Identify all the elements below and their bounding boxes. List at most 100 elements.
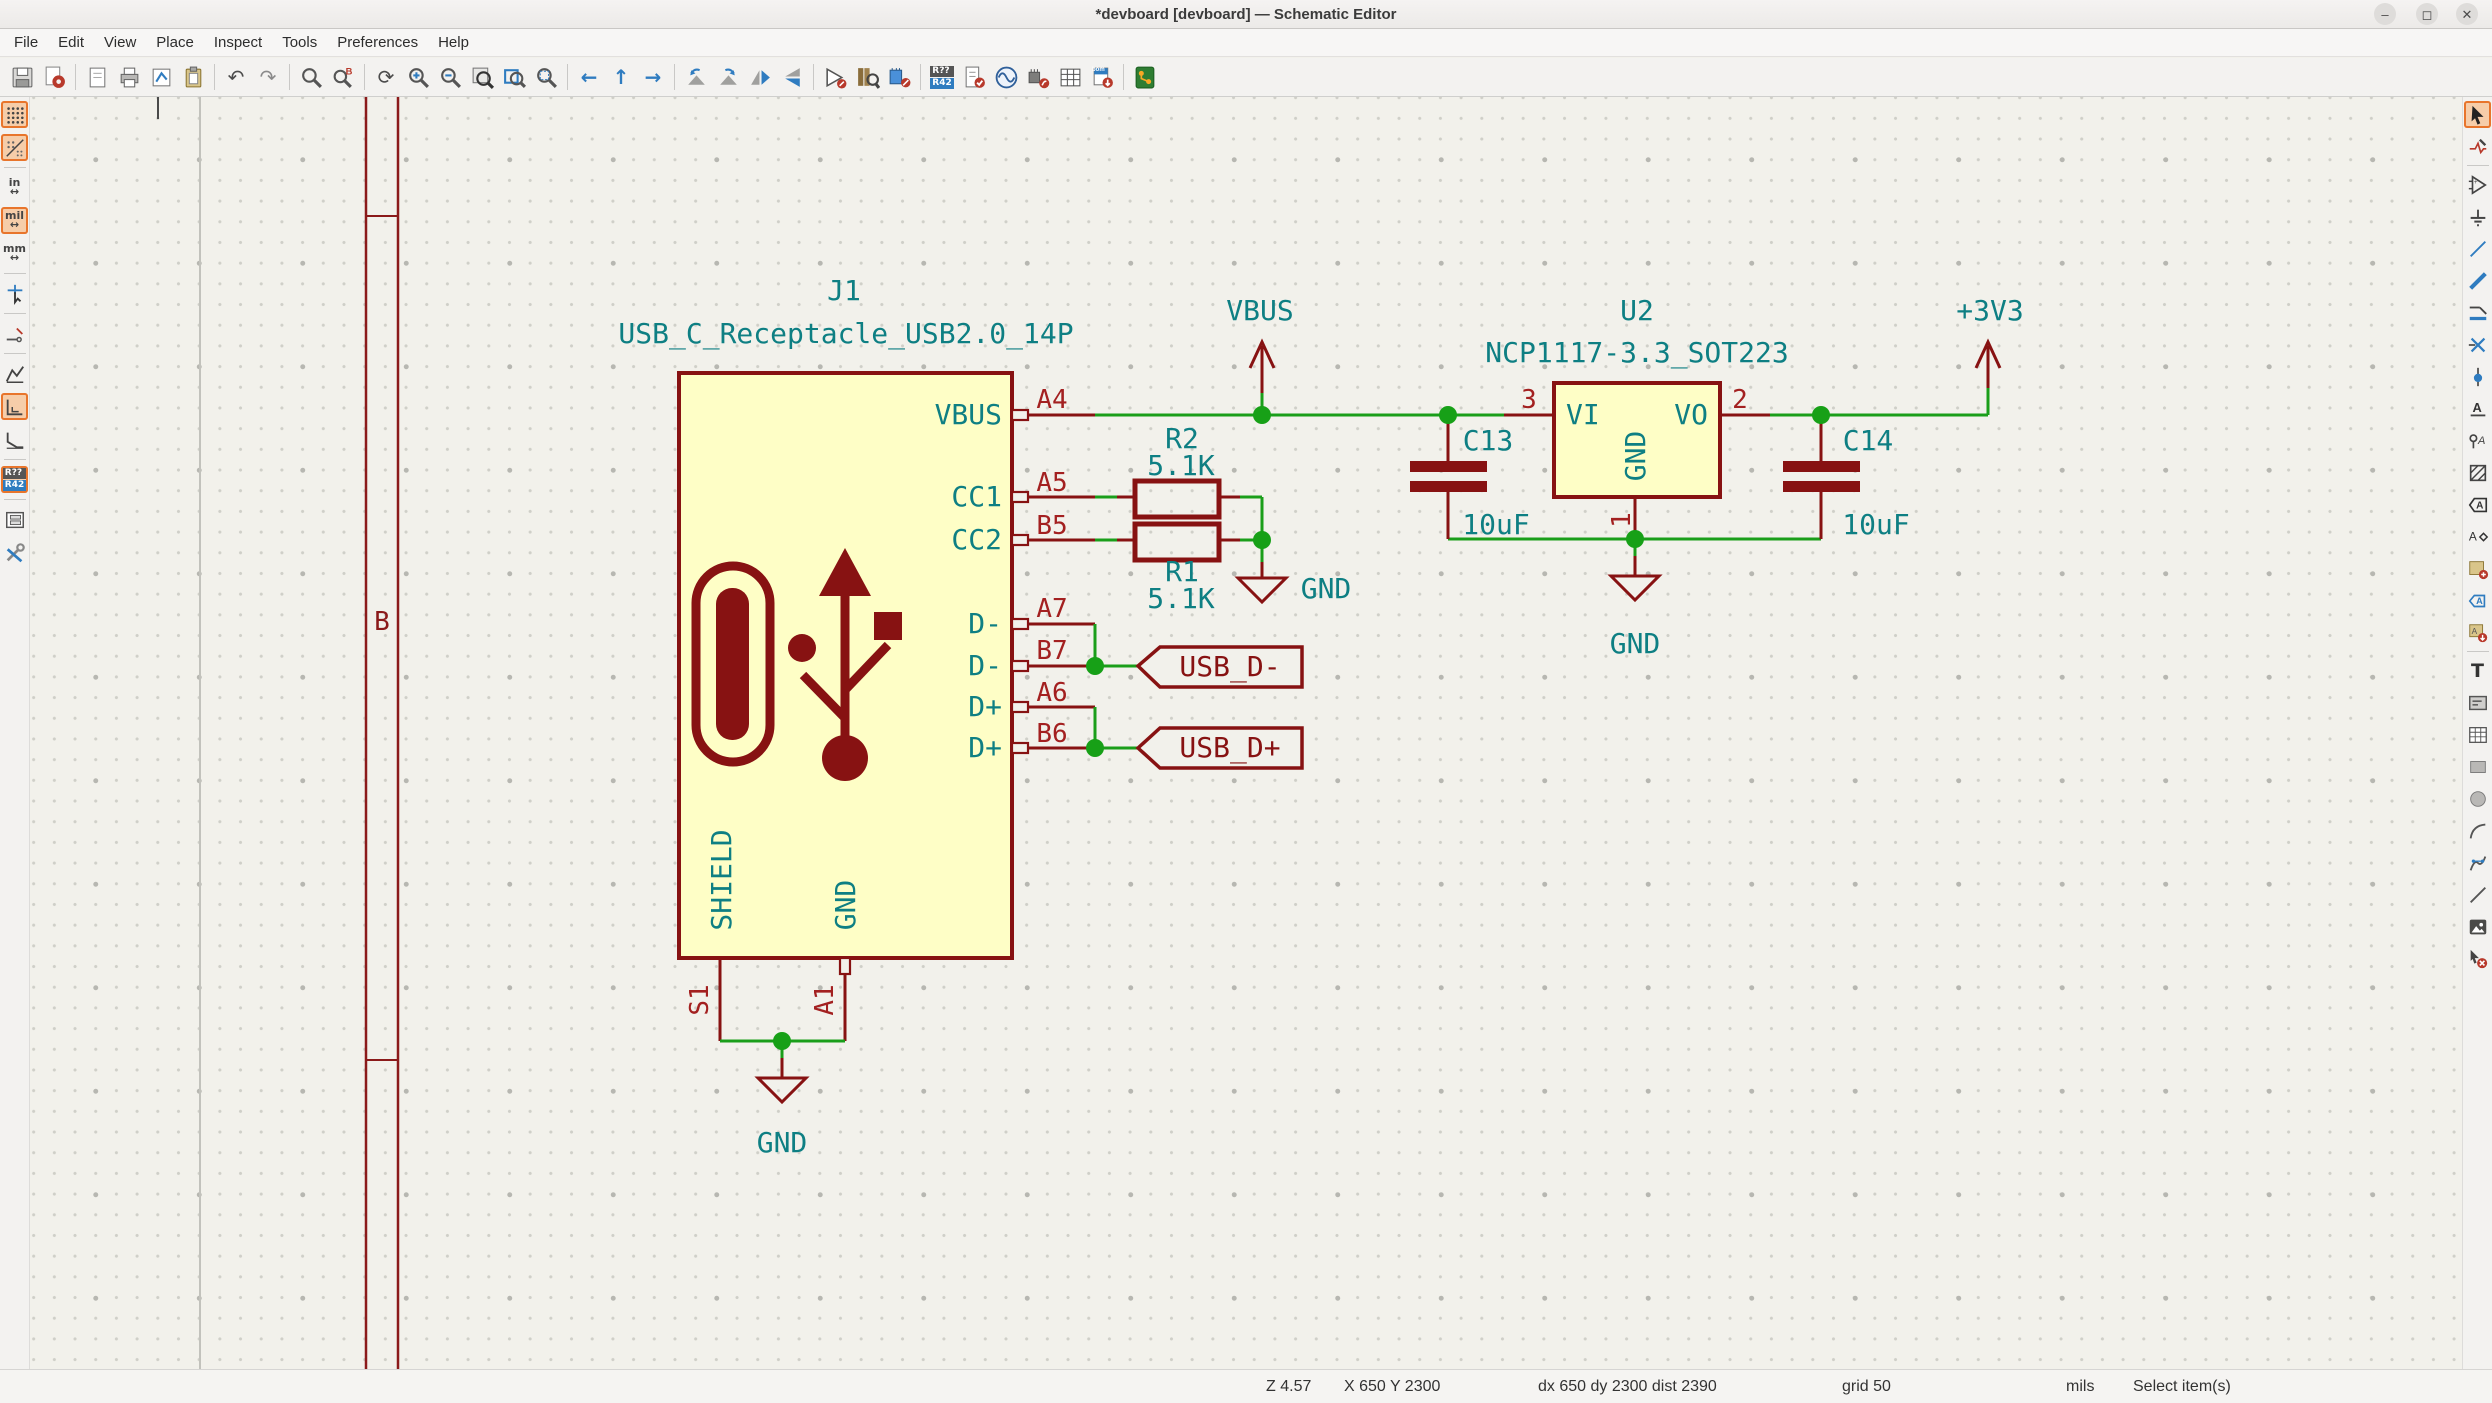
zoom-out-button[interactable]	[434, 61, 466, 93]
vbus-power-symbol[interactable]	[1248, 338, 1276, 393]
bom-button[interactable]: bom	[1086, 61, 1118, 93]
nav-forward-button[interactable]: →	[637, 61, 669, 93]
cursor-shape-button[interactable]	[1, 280, 28, 307]
pin-number[interactable]: S1	[685, 984, 715, 1015]
edit-symbol-button[interactable]	[819, 61, 851, 93]
rule-area-button[interactable]	[2464, 459, 2491, 486]
pin-number[interactable]: A5	[1036, 470, 1067, 496]
pin-number[interactable]: A4	[1036, 387, 1067, 413]
menu-edit[interactable]: Edit	[52, 34, 98, 51]
usb-dm-label-text[interactable]: USB_D-	[1179, 653, 1280, 681]
pin-name[interactable]: CC2	[951, 526, 1002, 554]
pin-name[interactable]: VBUS	[935, 401, 1002, 429]
add-wire-button[interactable]	[2464, 235, 2491, 262]
add-image-button[interactable]	[2464, 913, 2491, 940]
paste-button[interactable]	[177, 61, 209, 93]
pin-number[interactable]: 1	[1607, 512, 1637, 528]
free-angle-wires-button[interactable]	[1, 360, 28, 387]
erc-button[interactable]	[958, 61, 990, 93]
delete-tool-button[interactable]	[2464, 945, 2491, 972]
bus-entry-button[interactable]	[2464, 299, 2491, 326]
units-inches-button[interactable]: in ↔	[1, 174, 28, 201]
update-symbols-button[interactable]	[883, 61, 915, 93]
pin-name[interactable]: D+	[968, 693, 1002, 721]
menu-preferences[interactable]: Preferences	[331, 34, 432, 51]
minimize-button[interactable]: –	[2374, 3, 2396, 25]
u2-reference[interactable]: U2	[1620, 297, 1654, 325]
pin-name[interactable]: CC1	[951, 483, 1002, 511]
nav-back-button[interactable]: ←	[573, 61, 605, 93]
zoom-selection-button[interactable]	[530, 61, 562, 93]
hidden-pins-button[interactable]	[1, 320, 28, 347]
zoom-in-button[interactable]	[402, 61, 434, 93]
add-bus-button[interactable]	[2464, 267, 2491, 294]
save-button[interactable]	[6, 61, 38, 93]
netclass-directive-button[interactable]: A	[2464, 427, 2491, 454]
properties-panel-button[interactable]	[1, 539, 28, 566]
hv-wires-button[interactable]	[1, 393, 28, 420]
menu-help[interactable]: Help	[432, 34, 483, 51]
c13-value[interactable]: 10uF	[1462, 511, 1529, 539]
pin-name[interactable]: GND	[829, 880, 862, 931]
pin-number[interactable]: A6	[1036, 680, 1067, 706]
menu-view[interactable]: View	[98, 34, 150, 51]
global-label-button[interactable]: A	[2464, 491, 2491, 518]
pin-number[interactable]: A1	[810, 984, 840, 1015]
selection-tool-button[interactable]	[2464, 101, 2491, 128]
zoom-fit-button[interactable]	[466, 61, 498, 93]
j1-value[interactable]: USB_C_Receptacle_USB2.0_14P	[618, 320, 1073, 348]
gnd-power-label[interactable]: GND	[1301, 575, 1352, 603]
add-arc-button[interactable]	[2464, 817, 2491, 844]
print-button[interactable]	[113, 61, 145, 93]
menu-place[interactable]: Place	[150, 34, 208, 51]
usb-dp-label-text[interactable]: USB_D+	[1179, 734, 1280, 762]
undo-button[interactable]: ↶	[220, 61, 252, 93]
add-bezier-button[interactable]	[2464, 849, 2491, 876]
import-sheet-pin-button[interactable]: A	[2464, 619, 2491, 646]
pin-number[interactable]: B6	[1036, 721, 1067, 747]
vbus-power-label[interactable]: VBUS	[1226, 297, 1293, 325]
u2-value[interactable]: NCP1117-3.3_SOT223	[1485, 339, 1788, 367]
pin-name[interactable]: D-	[968, 652, 1002, 680]
grid-visibility-button[interactable]	[1, 101, 28, 128]
schematic-setup-button[interactable]	[38, 61, 70, 93]
menu-tools[interactable]: Tools	[276, 34, 331, 51]
pin-number[interactable]: 3	[1521, 387, 1537, 413]
pin-number[interactable]: A7	[1036, 596, 1067, 622]
pin-name[interactable]: VO	[1674, 401, 1708, 429]
pin-number[interactable]: 2	[1732, 387, 1748, 413]
no-connect-button[interactable]	[2464, 331, 2491, 358]
units-mm-button[interactable]: mm ↔	[1, 240, 28, 267]
add-junction-button[interactable]	[2464, 363, 2491, 390]
p3v3-power-label[interactable]: +3V3	[1956, 297, 2023, 325]
add-rectangle-button[interactable]	[2464, 753, 2491, 780]
mirror-h-button[interactable]	[744, 61, 776, 93]
assign-footprints-button[interactable]	[1022, 61, 1054, 93]
menu-inspect[interactable]: Inspect	[208, 34, 276, 51]
mirror-v-button[interactable]	[776, 61, 808, 93]
schematic-canvas[interactable]: B J1 USB_C_Receptacle_USB2.0_14P VBUS CC…	[30, 97, 2462, 1370]
r1-value[interactable]: 5.1K	[1147, 585, 1214, 613]
gnd-power-label[interactable]: GND	[757, 1129, 808, 1157]
zoom-fit-objects-button[interactable]	[498, 61, 530, 93]
p3v3-power-symbol[interactable]	[1974, 338, 2002, 388]
pin-name[interactable]: SHIELD	[705, 829, 738, 930]
r2-value[interactable]: 5.1K	[1147, 452, 1214, 480]
gnd-symbol-r[interactable]	[1234, 562, 1290, 605]
pin-name[interactable]: D+	[968, 734, 1002, 762]
add-text-box-button[interactable]	[2464, 689, 2491, 716]
grid-override-button[interactable]	[1, 134, 28, 161]
open-pcb-editor-button[interactable]	[1129, 61, 1161, 93]
page-settings-button[interactable]	[81, 61, 113, 93]
c13-reference[interactable]: C13	[1463, 427, 1514, 455]
add-text-button[interactable]: T	[2464, 657, 2491, 684]
c14-reference[interactable]: C14	[1843, 427, 1894, 455]
rotate-cw-button[interactable]	[712, 61, 744, 93]
symbol-fields-table-button[interactable]	[1054, 61, 1086, 93]
units-mils-button[interactable]: mil ↔	[1, 207, 28, 234]
add-symbol-button[interactable]: +	[2464, 171, 2491, 198]
pin-name[interactable]: VI	[1566, 401, 1600, 429]
simulator-button[interactable]	[990, 61, 1022, 93]
browse-symbol-libraries-button[interactable]	[851, 61, 883, 93]
highlight-net-button[interactable]	[2464, 133, 2491, 160]
